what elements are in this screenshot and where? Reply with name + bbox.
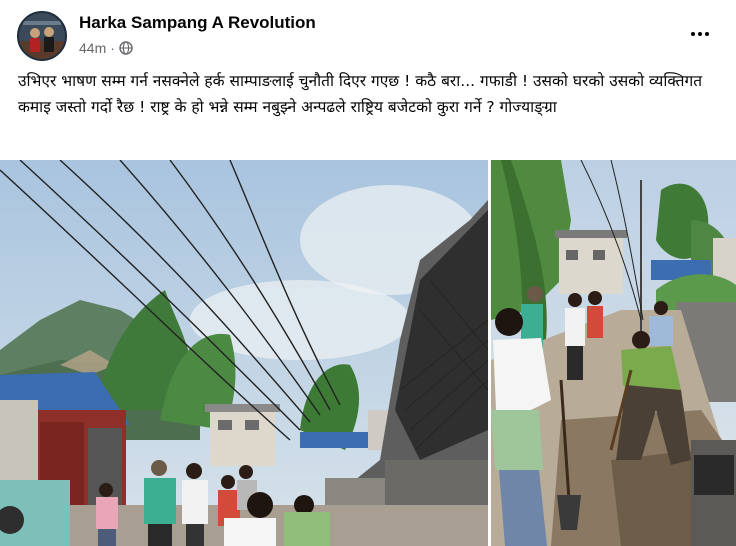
post-timestamp[interactable]: 44m <box>79 40 106 56</box>
meta-separator: · <box>110 40 115 56</box>
more-dot-2 <box>698 32 702 36</box>
post-header: Harka Sampang A Revolution 44m · <box>0 0 736 68</box>
globe-icon[interactable] <box>119 41 133 55</box>
street-photo[interactable] <box>0 160 488 546</box>
more-dot-3 <box>705 32 709 36</box>
post-photos <box>0 160 736 546</box>
post-text: उभिएर भाषण सम्म गर्न नसक्नेले हर्क साम्प… <box>18 72 703 116</box>
post-meta: 44m · <box>79 40 133 56</box>
author-avatar[interactable] <box>17 11 67 61</box>
drain-work-photo[interactable] <box>491 160 736 546</box>
more-dot-1 <box>691 32 695 36</box>
author-name[interactable]: Harka Sampang A Revolution <box>79 13 316 33</box>
more-options-icon[interactable] <box>684 20 716 48</box>
